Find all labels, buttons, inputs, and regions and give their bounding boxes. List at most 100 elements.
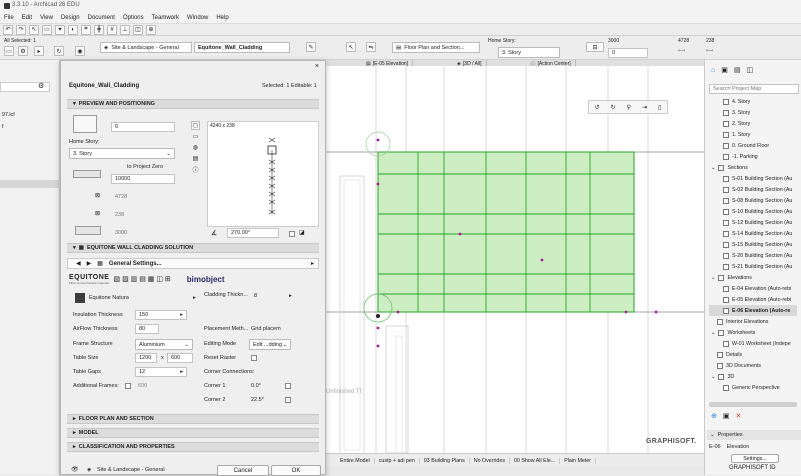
home-story-dropdown[interactable]: 3. Story — [498, 47, 560, 58]
tree-elevation-selected[interactable]: E-06 Elevation (Auto-re — [709, 305, 797, 316]
tree-story[interactable]: 4. Story — [709, 96, 797, 107]
close-icon[interactable]: × — [315, 63, 319, 70]
menu-edit[interactable]: Edit — [22, 15, 32, 21]
undo-icon[interactable]: ↶ — [3, 24, 13, 35]
offset-input[interactable]: 0 — [111, 122, 175, 132]
tree-story[interactable]: -1. Parking — [709, 151, 797, 162]
view-icon[interactable]: ◫ — [133, 24, 143, 35]
material-swatch[interactable] — [75, 293, 85, 303]
snap-icon[interactable]: ⊥ — [120, 24, 130, 35]
grid-snap-icon[interactable]: # — [107, 24, 117, 35]
placement-value[interactable]: Grid placem — [251, 326, 281, 332]
tree-section[interactable]: S-14 Building Section (Au — [709, 228, 797, 239]
info-view-icon[interactable]: ⓘ — [191, 165, 200, 174]
add-icon[interactable]: ⊕ — [711, 412, 717, 420]
status-meter[interactable]: Plain Meter — [560, 457, 596, 464]
pointer-icon[interactable]: ↖ — [29, 24, 39, 35]
magic-wand-icon[interactable]: ✦ — [55, 24, 65, 35]
material-arrow-icon[interactable]: ▸ — [193, 295, 196, 301]
menu-design[interactable]: Design — [61, 15, 80, 21]
offset-field[interactable]: 0 — [608, 48, 648, 58]
property-name[interactable]: Elevation — [727, 444, 750, 450]
layout-book-icon[interactable]: ▤ — [734, 66, 741, 74]
tree-section[interactable]: S-10 Building Section (Au — [709, 206, 797, 217]
tree-folder-3d[interactable]: ⌄ 3D — [709, 371, 797, 382]
insulation-input[interactable]: 150 ▸ — [135, 310, 187, 320]
tree-perspective[interactable]: Generic Perspective — [709, 382, 797, 393]
element-name-field[interactable]: Equitone_Wall_Cladding — [194, 42, 290, 53]
general-settings-bar[interactable]: ◀ ▶ ▦ General Settings... ▸ — [67, 258, 319, 269]
mirror-checkbox[interactable] — [289, 231, 295, 237]
floor-plan-dropdown[interactable]: ▤ Floor Plan and Section... — [392, 42, 480, 53]
graphisoft-id[interactable]: GRAPHISOFT ID — [729, 465, 776, 471]
left-settings-icon[interactable]: ⚙ — [38, 82, 44, 90]
table-width-input[interactable]: 1200 — [135, 353, 157, 363]
bimobject-logo[interactable]: bimobject — [187, 275, 225, 284]
tree-section[interactable]: S-02 Building Section (Au — [709, 184, 797, 195]
cladding-thickness-input[interactable]: 8 — [251, 291, 291, 301]
select-icon[interactable]: ▭ — [4, 46, 14, 56]
tree-folder-3d-documents[interactable]: 3D Documents — [709, 360, 797, 371]
menu-options[interactable]: Options — [123, 15, 144, 21]
tree-section[interactable]: S-12 Building Section (Au — [709, 217, 797, 228]
measure-icon[interactable]: ⌗ — [81, 24, 91, 35]
angle-input[interactable]: 270.00° — [227, 228, 279, 238]
section-preview[interactable]: ▾ PREVIEW AND POSITIONING — [67, 99, 319, 109]
delete-icon[interactable]: ✕ — [736, 412, 742, 420]
export-icon[interactable]: ⇥ — [642, 104, 647, 111]
cladding-arrow-icon[interactable]: ▸ — [289, 293, 292, 299]
settings-icon[interactable]: ⚙ — [18, 46, 28, 56]
tree-folder-interior[interactable]: Interior Elevations — [709, 316, 797, 327]
marquee-icon[interactable]: ▭ — [42, 24, 52, 35]
tree-worksheet[interactable]: W-01 Worksheet (Indepe — [709, 338, 797, 349]
section-model[interactable]: ▸ MODEL — [67, 428, 319, 438]
menu-help[interactable]: Help — [216, 15, 228, 21]
frame-select[interactable]: Aluminium ⌄ — [135, 339, 193, 350]
corner1-checkbox[interactable] — [285, 383, 291, 389]
tree-folder-worksheets[interactable]: ⌄ Worksheets — [709, 327, 797, 338]
material-name[interactable]: Equitone Natura — [89, 295, 129, 301]
cladding-area[interactable] — [377, 151, 635, 313]
rotate-right-icon[interactable]: ↻ — [611, 104, 616, 111]
tree-story[interactable]: 3. Story — [709, 107, 797, 118]
next-page-icon[interactable]: ▶ — [87, 260, 92, 267]
corner2-value[interactable]: 22.5° — [251, 397, 264, 403]
layer-toggle-icon[interactable]: ▸ — [34, 46, 44, 56]
list-view-icon[interactable]: ▤ — [191, 154, 200, 163]
project-map-search[interactable]: Search Project Map — [709, 84, 799, 94]
tree-elevation[interactable]: E-05 Elevation (Auto-rebi — [709, 294, 797, 305]
section-view-icon[interactable]: ▭ — [191, 132, 200, 141]
project-map-icon[interactable]: ⌂ — [711, 67, 715, 74]
layer-dropdown[interactable]: ◈ Site & Landscape - General — [100, 42, 192, 53]
tree-story[interactable]: 1. Story — [709, 129, 797, 140]
view-map-icon[interactable]: ▣ — [721, 66, 728, 74]
status-pen[interactable]: custp + adi pen — [375, 457, 420, 464]
mirror-icon[interactable]: ⇋ — [366, 42, 376, 52]
status-model[interactable]: Entire Model — [336, 457, 375, 464]
redo-icon[interactable]: ↷ — [16, 24, 26, 35]
section-solution[interactable]: ▾ ▦ EQUITONE WALL CLADDING SOLUTION — [67, 243, 319, 253]
elevation-input[interactable]: 10000 — [111, 174, 175, 184]
airflow-input[interactable]: 80 — [135, 324, 159, 334]
tree-section[interactable]: S-21 Building Section (Au — [709, 261, 797, 272]
cursor-icon[interactable]: ↖ — [346, 42, 356, 52]
reset-raster-checkbox[interactable] — [251, 355, 257, 361]
corner1-value[interactable]: 0.0° — [251, 383, 261, 389]
document-icon[interactable]: ▯ — [658, 104, 661, 111]
footer-layer[interactable]: Site & Landscape - General — [97, 467, 165, 473]
settings-button[interactable]: Settings... — [731, 454, 779, 463]
trace-icon[interactable]: ◐ — [68, 24, 78, 35]
rotate-left-icon[interactable]: ↺ — [595, 104, 600, 111]
table-height-input[interactable]: 600 — [167, 353, 193, 363]
to-project-zero-label[interactable]: to Project Zero — [127, 164, 163, 170]
properties-header[interactable]: ⌄ Properties — [707, 430, 801, 440]
corner2-checkbox[interactable] — [285, 397, 291, 403]
tree-scrollbar[interactable] — [709, 402, 797, 407]
tree-story[interactable]: 2. Story — [709, 118, 797, 129]
tree-folder-elevations[interactable]: ⌄ Elevations — [709, 272, 797, 283]
mirror-icon[interactable]: ◪ — [299, 229, 305, 236]
page-arrow-icon[interactable]: ▸ — [311, 260, 314, 267]
publisher-icon[interactable]: ◫ — [746, 66, 753, 74]
tree-folder-details[interactable]: Details — [709, 349, 797, 360]
status-overrides[interactable]: No Overrides — [470, 457, 510, 464]
